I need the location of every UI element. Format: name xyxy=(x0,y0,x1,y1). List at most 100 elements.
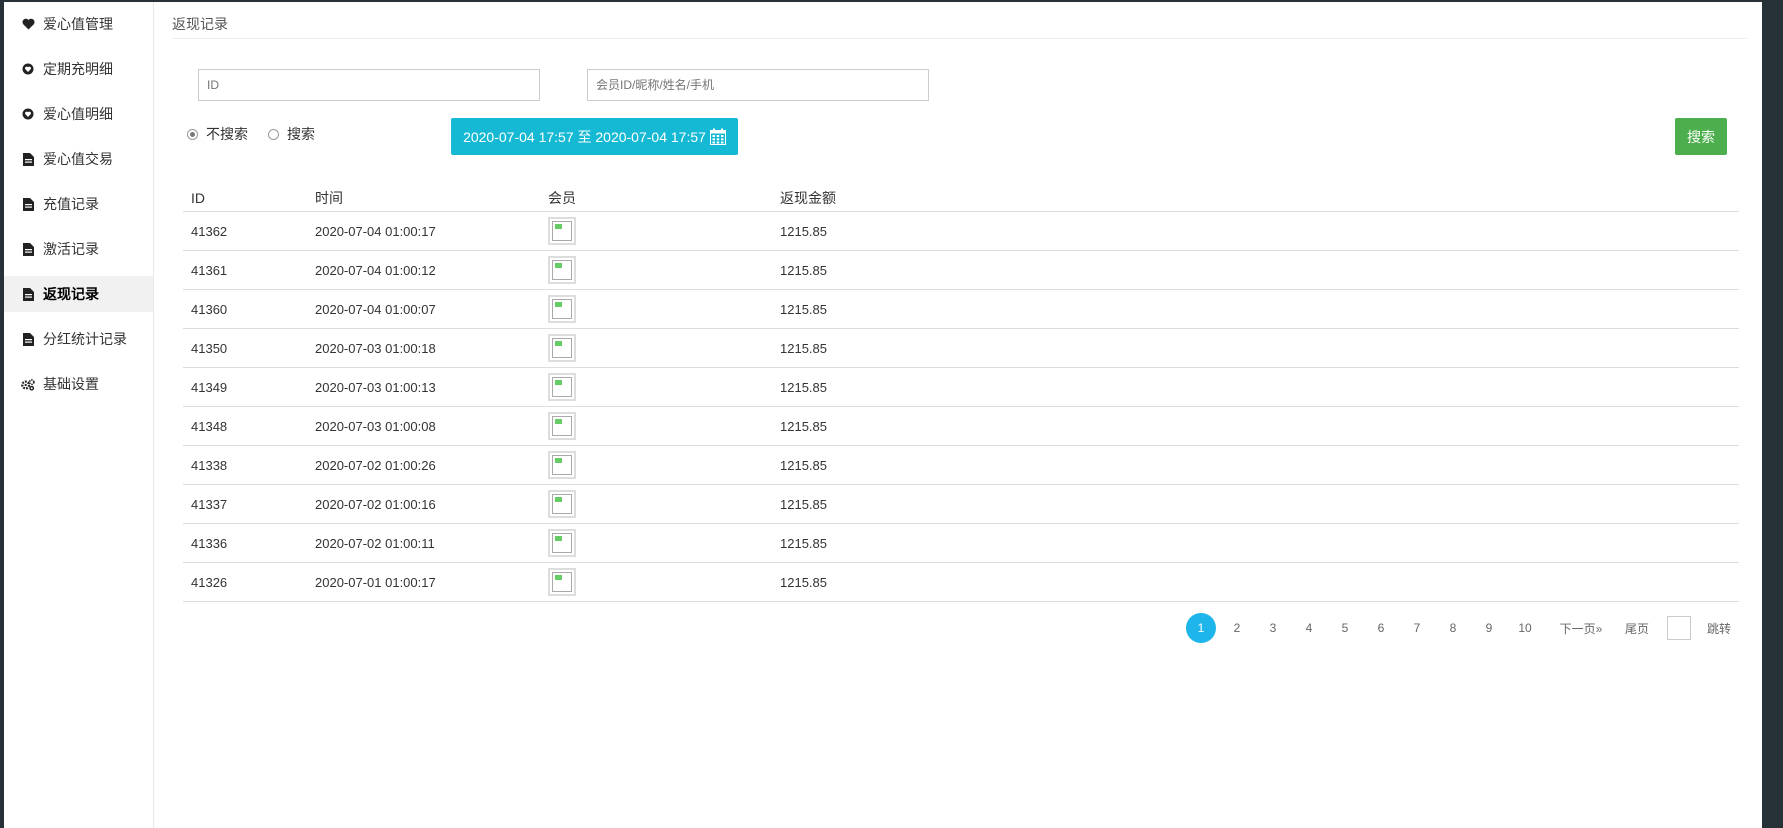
cell-id: 41337 xyxy=(183,484,307,524)
cell-amount: 1215.85 xyxy=(772,445,1739,485)
table-row: 41360 2020-07-04 01:00:07 1215.85 xyxy=(183,289,1739,329)
member-avatar[interactable] xyxy=(548,217,576,245)
page-link[interactable]: 9 xyxy=(1471,621,1507,635)
member-search-input[interactable] xyxy=(587,69,929,101)
sidebar-item-cashback-records[interactable]: 返现记录 xyxy=(4,276,153,312)
table-row: 41350 2020-07-03 01:00:18 1215.85 xyxy=(183,328,1739,368)
gears-icon xyxy=(21,377,35,391)
cell-member xyxy=(540,523,772,563)
cell-amount: 1215.85 xyxy=(772,523,1739,563)
member-avatar[interactable] xyxy=(548,373,576,401)
pagination: 1 2 3 4 5 6 7 8 9 10 下一页» 尾页 跳转 xyxy=(1186,613,1733,643)
column-header-id: ID xyxy=(183,184,307,212)
broken-image-icon xyxy=(552,221,572,241)
cell-time: 2020-07-04 01:00:07 xyxy=(307,289,540,329)
sidebar-item-label: 充值记录 xyxy=(43,196,99,212)
calendar-icon xyxy=(709,128,726,145)
title-divider xyxy=(172,38,1747,39)
radio-no-search[interactable] xyxy=(187,128,198,140)
sidebar-item-basic-settings[interactable]: 基础设置 xyxy=(4,366,153,402)
sidebar-item-periodic-recharge-detail[interactable]: 定期充明细 xyxy=(4,51,153,87)
table-row: 41349 2020-07-03 01:00:13 1215.85 xyxy=(183,367,1739,407)
search-button[interactable]: 搜索 xyxy=(1675,118,1727,155)
table-row: 41326 2020-07-01 01:00:17 1215.85 xyxy=(183,562,1739,602)
broken-image-icon xyxy=(552,338,572,358)
sidebar-item-activation-records[interactable]: 激活记录 xyxy=(4,231,153,267)
broken-image-icon xyxy=(552,260,572,280)
sidebar-item-label: 激活记录 xyxy=(43,241,99,257)
member-avatar[interactable] xyxy=(548,490,576,518)
app-frame: 爱心值管理 定期充明细 爱心值明细 爱心值交易 充值记录 激活记录 返现记录 分… xyxy=(4,2,1762,828)
sidebar-item-dividend-stats-records[interactable]: 分红统计记录 xyxy=(4,321,153,357)
page-jump-button[interactable]: 跳转 xyxy=(1705,620,1733,637)
cell-member xyxy=(540,211,772,251)
page-link[interactable]: 8 xyxy=(1435,621,1471,635)
last-page-link[interactable]: 尾页 xyxy=(1617,620,1657,637)
member-avatar[interactable] xyxy=(548,334,576,362)
cell-amount: 1215.85 xyxy=(772,484,1739,524)
table-row: 41348 2020-07-03 01:00:08 1215.85 xyxy=(183,406,1739,446)
page-link[interactable]: 5 xyxy=(1327,621,1363,635)
table-row: 41362 2020-07-04 01:00:17 1215.85 xyxy=(183,211,1739,251)
broken-image-icon xyxy=(552,416,572,436)
radio-search-label[interactable]: 搜索 xyxy=(287,124,315,144)
heart-icon xyxy=(21,17,35,31)
document-icon xyxy=(21,332,35,346)
cell-time: 2020-07-04 01:00:17 xyxy=(307,211,540,251)
sidebar-item-label: 爱心值交易 xyxy=(43,151,113,167)
cell-time: 2020-07-02 01:00:11 xyxy=(307,523,540,563)
cell-id: 41348 xyxy=(183,406,307,446)
date-range-picker[interactable]: 2020-07-04 17:57 至 2020-07-04 17:57 xyxy=(451,118,738,155)
column-header-time: 时间 xyxy=(307,184,540,212)
page-link[interactable]: 3 xyxy=(1255,621,1291,635)
cell-amount: 1215.85 xyxy=(772,406,1739,446)
member-avatar[interactable] xyxy=(548,529,576,557)
cell-time: 2020-07-02 01:00:16 xyxy=(307,484,540,524)
main-content: 返现记录 不搜索 搜索 2020-07-04 17:57 至 2020-07-0… xyxy=(154,2,1762,828)
id-search-input[interactable] xyxy=(198,69,540,101)
member-avatar[interactable] xyxy=(548,568,576,596)
column-header-amount: 返现金额 xyxy=(772,184,1739,212)
member-avatar[interactable] xyxy=(548,412,576,440)
page-link[interactable]: 6 xyxy=(1363,621,1399,635)
document-icon xyxy=(21,287,35,301)
document-icon xyxy=(21,197,35,211)
member-avatar[interactable] xyxy=(548,451,576,479)
cell-id: 41336 xyxy=(183,523,307,563)
sidebar-item-love-value-trade[interactable]: 爱心值交易 xyxy=(4,141,153,177)
cell-id: 41362 xyxy=(183,211,307,251)
sidebar-item-love-value-management[interactable]: 爱心值管理 xyxy=(4,6,153,42)
cell-time: 2020-07-03 01:00:08 xyxy=(307,406,540,446)
page-link[interactable]: 7 xyxy=(1399,621,1435,635)
shield-heart-icon xyxy=(21,62,35,76)
cell-amount: 1215.85 xyxy=(772,289,1739,329)
page-link[interactable]: 10 xyxy=(1507,621,1543,635)
cell-member xyxy=(540,484,772,524)
cell-id: 41361 xyxy=(183,250,307,290)
sidebar-item-label: 分红统计记录 xyxy=(43,331,127,347)
cell-amount: 1215.85 xyxy=(772,562,1739,602)
member-avatar[interactable] xyxy=(548,256,576,284)
page-link[interactable]: 2 xyxy=(1219,621,1255,635)
sidebar: 爱心值管理 定期充明细 爱心值明细 爱心值交易 充值记录 激活记录 返现记录 分… xyxy=(4,2,154,828)
cell-time: 2020-07-03 01:00:13 xyxy=(307,367,540,407)
broken-image-icon xyxy=(552,572,572,592)
sidebar-item-recharge-records[interactable]: 充值记录 xyxy=(4,186,153,222)
cell-amount: 1215.85 xyxy=(772,211,1739,251)
radio-search[interactable] xyxy=(268,128,279,140)
cell-time: 2020-07-01 01:00:17 xyxy=(307,562,540,602)
cell-amount: 1215.85 xyxy=(772,328,1739,368)
cell-time: 2020-07-02 01:00:26 xyxy=(307,445,540,485)
member-avatar[interactable] xyxy=(548,295,576,323)
radio-no-search-label[interactable]: 不搜索 xyxy=(206,124,248,144)
sidebar-item-label: 定期充明细 xyxy=(43,61,113,77)
page-link[interactable]: 4 xyxy=(1291,621,1327,635)
cell-member xyxy=(540,445,772,485)
next-page-link[interactable]: 下一页» xyxy=(1553,620,1609,637)
page-current[interactable]: 1 xyxy=(1186,613,1216,643)
sidebar-item-love-value-detail[interactable]: 爱心值明细 xyxy=(4,96,153,132)
broken-image-icon xyxy=(552,455,572,475)
cell-amount: 1215.85 xyxy=(772,367,1739,407)
page-jump-input[interactable] xyxy=(1667,616,1691,640)
cell-member xyxy=(540,562,772,602)
